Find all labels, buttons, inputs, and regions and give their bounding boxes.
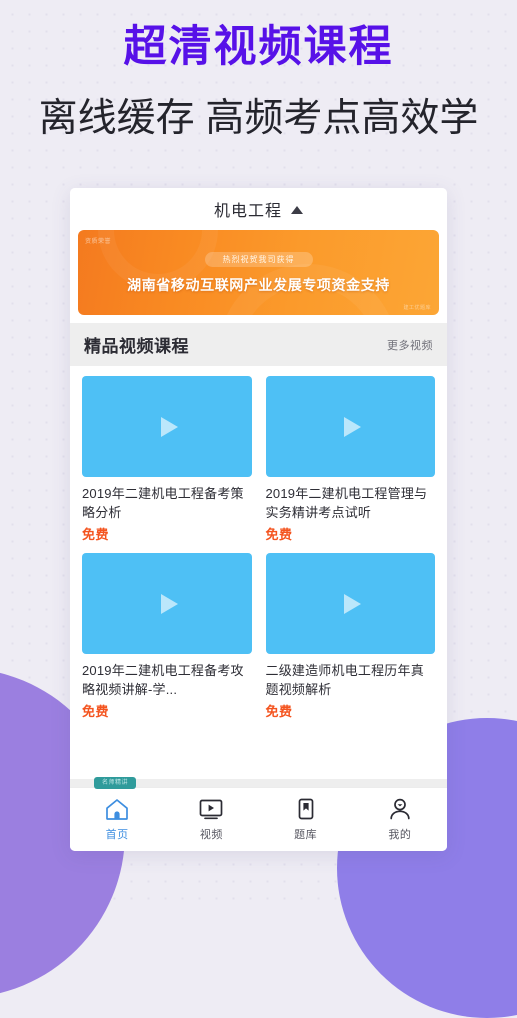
course-card[interactable]: 2019年二建机电工程备考攻略视频讲解-学... 免费	[82, 553, 252, 720]
course-title: 2019年二建机电工程备考攻略视频讲解-学...	[82, 663, 244, 697]
caret-up-icon[interactable]	[291, 205, 303, 214]
course-thumbnail[interactable]	[265, 376, 435, 477]
app-header-title[interactable]: 机电工程	[214, 197, 282, 221]
user-icon	[387, 797, 413, 821]
section-header: 精品视频课程 更多视频	[70, 323, 447, 366]
tab-question-bank-label: 题库	[294, 829, 318, 841]
tab-video[interactable]: 视频	[164, 788, 258, 851]
banner-main-text: 湖南省移动互联网产业发展专项资金支持	[127, 277, 390, 293]
banner-corner-label: 资质荣誉	[85, 239, 112, 245]
course-price-badge: 免费	[82, 704, 110, 719]
play-icon	[160, 593, 178, 614]
course-price-badge: 免费	[265, 704, 293, 719]
course-card[interactable]: 二级建造师机电工程历年真题视频解析 免费	[265, 553, 435, 720]
course-card[interactable]: 2019年二建机电工程备考策略分析 免费	[82, 376, 252, 543]
course-title: 二级建造师机电工程历年真题视频解析	[265, 663, 424, 697]
promo-headline: 超清视频课程 离线缓存 高频考点高效学	[0, 0, 517, 140]
bottom-tabbar: 名师精讲 首页 视频 题库 我的	[70, 777, 447, 851]
tabbar-tooltip-badge: 名师精讲	[94, 777, 137, 789]
course-grid-area: 2019年二建机电工程备考策略分析 免费 2019年二建机电工程管理与实务精讲考…	[70, 366, 447, 779]
promo-title-sub: 离线缓存 高频考点高效学	[38, 97, 479, 140]
course-thumbnail[interactable]	[265, 553, 435, 654]
play-icon	[344, 416, 362, 437]
section-title: 精品视频课程	[84, 337, 189, 356]
course-grid: 2019年二建机电工程备考策略分析 免费 2019年二建机电工程管理与实务精讲考…	[82, 376, 435, 720]
phone-screen-mockup: 机电工程 资质荣誉 热烈祝贺我司获得 湖南省移动互联网产业发展专项资金支持 建工…	[70, 188, 447, 851]
home-icon	[104, 797, 130, 821]
section-more-link[interactable]: 更多视频	[387, 337, 433, 353]
course-thumbnail[interactable]	[82, 376, 252, 477]
course-price-badge: 免费	[265, 527, 293, 542]
banner-pill-label: 热烈祝贺我司获得	[204, 252, 313, 267]
tab-profile[interactable]: 我的	[353, 788, 447, 851]
play-icon	[344, 593, 362, 614]
tab-profile-label: 我的	[388, 829, 412, 841]
bookmark-icon	[293, 797, 319, 821]
course-title: 2019年二建机电工程管理与实务精讲考点试听	[265, 486, 428, 520]
play-icon	[160, 416, 178, 437]
banner-container: 资质荣誉 热烈祝贺我司获得 湖南省移动互联网产业发展专项资金支持 建工优题库	[70, 230, 447, 323]
promo-title-main: 超清视频课程	[123, 23, 394, 71]
tab-home-label: 首页	[105, 829, 129, 841]
course-title: 2019年二建机电工程备考策略分析	[82, 486, 244, 520]
course-price-badge: 免费	[82, 527, 110, 542]
tab-question-bank[interactable]: 题库	[259, 788, 353, 851]
video-icon	[198, 797, 224, 821]
app-header: 机电工程	[70, 188, 447, 230]
tab-video-label: 视频	[199, 829, 223, 841]
tab-home[interactable]: 首页	[70, 788, 164, 851]
promo-banner[interactable]: 资质荣誉 热烈祝贺我司获得 湖南省移动互联网产业发展专项资金支持 建工优题库	[78, 230, 439, 315]
course-thumbnail[interactable]	[82, 553, 252, 654]
banner-brand-mark: 建工优题库	[403, 305, 431, 311]
course-card[interactable]: 2019年二建机电工程管理与实务精讲考点试听 免费	[265, 376, 435, 543]
